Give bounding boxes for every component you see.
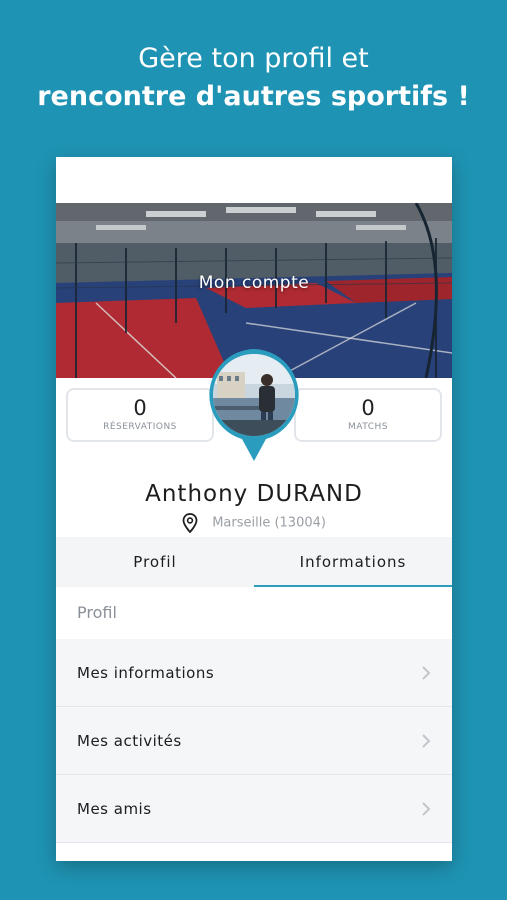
- profile-menu: Mes informations Mes activités Mes amis: [56, 639, 452, 843]
- map-pin-icon: [182, 513, 198, 533]
- menu-item-mes-activites[interactable]: Mes activités: [56, 707, 452, 775]
- reservations-label: RÉSERVATIONS: [103, 422, 177, 432]
- profile-name: Anthony DURAND: [145, 481, 363, 507]
- profile-location: Marseille (13004): [56, 513, 452, 533]
- chevron-right-icon: [422, 733, 431, 748]
- tab-informations[interactable]: Informations: [254, 537, 452, 587]
- chevron-right-icon: [422, 665, 431, 680]
- matchs-stat[interactable]: 0 MATCHS: [294, 388, 442, 442]
- matchs-label: MATCHS: [348, 422, 388, 432]
- headline-line-2: rencontre d'autres sportifs !: [37, 81, 470, 112]
- tab-profil[interactable]: Profil: [56, 537, 254, 587]
- avatar[interactable]: [213, 354, 295, 436]
- phone-screen: Mon compte 0 RÉSERVATIONS 0 MATCHS Antho…: [56, 157, 452, 861]
- profile-tabs: Profil Informations: [56, 537, 452, 587]
- reservations-count: 0: [133, 396, 147, 420]
- chevron-right-icon: [422, 801, 431, 816]
- promo-headline: Gère ton profil et rencontre d'autres sp…: [0, 40, 507, 116]
- menu-item-mes-informations[interactable]: Mes informations: [56, 639, 452, 707]
- avatar-photo: [213, 354, 295, 436]
- matchs-count: 0: [361, 396, 375, 420]
- section-title: Profil: [56, 587, 452, 639]
- menu-item-label: Mes informations: [77, 663, 215, 682]
- menu-item-label: Mes activités: [77, 731, 182, 750]
- menu-item-mes-amis[interactable]: Mes amis: [56, 775, 452, 843]
- reservations-stat[interactable]: 0 RÉSERVATIONS: [66, 388, 214, 442]
- menu-item-label: Mes amis: [77, 799, 152, 818]
- screen-title: Mon compte: [198, 273, 310, 293]
- location-text: Marseille (13004): [212, 515, 326, 531]
- headline-line-1: Gère ton profil et: [138, 43, 369, 74]
